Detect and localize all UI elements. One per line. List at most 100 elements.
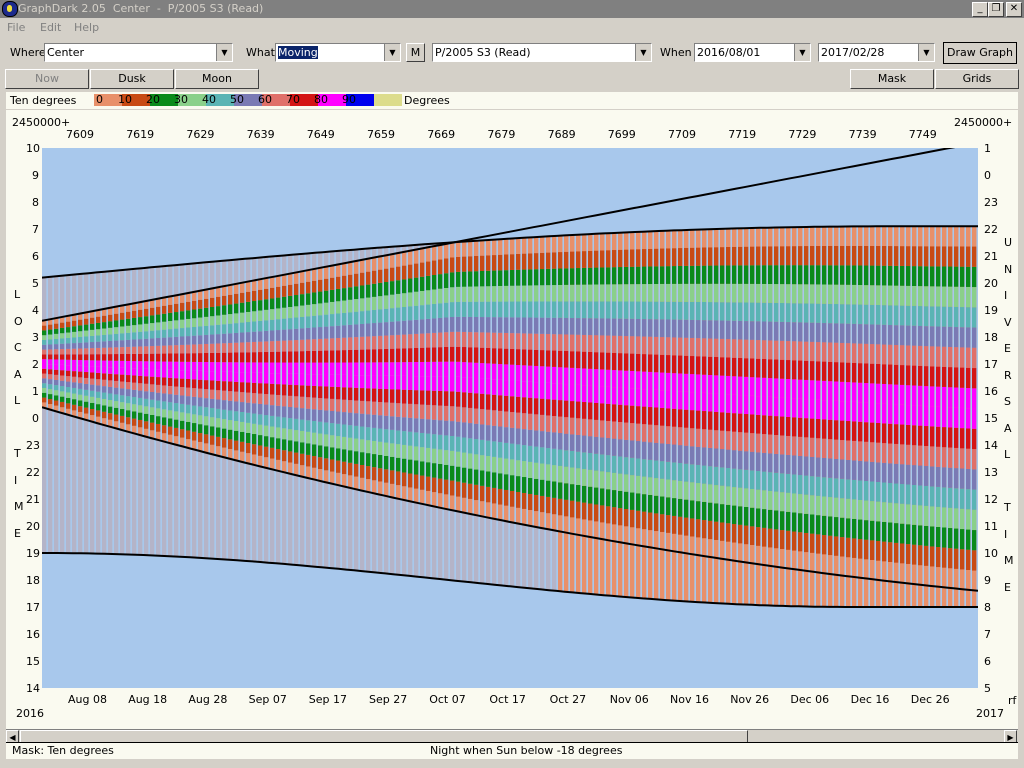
altitude-band xyxy=(738,450,743,470)
close-icon[interactable]: ✕ xyxy=(1006,2,1022,17)
altitude-band xyxy=(312,444,317,457)
altitude-band xyxy=(192,361,197,371)
where-select[interactable]: Center ▼ xyxy=(44,43,233,62)
altitude-band xyxy=(48,329,53,335)
altitude-band xyxy=(330,362,335,375)
altitude-band xyxy=(168,394,173,403)
altitude-band xyxy=(510,269,515,286)
altitude-band xyxy=(486,456,491,472)
altitude-band xyxy=(258,341,263,353)
menu-edit[interactable]: Edit xyxy=(40,21,61,34)
altitude-band xyxy=(72,376,77,383)
altitude-band xyxy=(534,511,539,528)
start-date-select[interactable]: 2016/08/01 ▼ xyxy=(694,43,811,62)
altitude-band xyxy=(924,565,929,586)
now-button[interactable]: Now xyxy=(5,69,89,89)
altitude-band xyxy=(84,342,89,349)
altitude-band xyxy=(486,440,491,457)
altitude-band xyxy=(774,472,779,492)
altitude-band xyxy=(366,388,371,402)
altitude-band xyxy=(396,293,401,308)
altitude-band xyxy=(516,269,521,286)
altitude-band xyxy=(216,446,221,456)
altitude-band xyxy=(372,309,377,324)
altitude-band xyxy=(318,303,323,316)
altitude-band xyxy=(216,343,221,353)
altitude-band xyxy=(300,339,305,352)
altitude-band xyxy=(924,465,929,486)
minimize-icon[interactable]: _ xyxy=(972,2,988,17)
altitude-band xyxy=(786,284,791,304)
altitude-band xyxy=(204,334,209,344)
altitude-band xyxy=(210,417,215,427)
altitude-band xyxy=(834,400,839,421)
altitude-band xyxy=(138,397,143,406)
altitude-band xyxy=(414,460,419,475)
altitude-band xyxy=(198,361,203,371)
chevron-down-icon[interactable]: ▼ xyxy=(918,44,934,61)
altitude-band xyxy=(726,523,731,542)
altitude-band xyxy=(414,263,419,278)
altitude-band xyxy=(840,556,845,576)
altitude-band xyxy=(60,338,65,344)
altitude-band xyxy=(888,265,893,286)
restore-icon[interactable]: ❐ xyxy=(988,2,1004,17)
object-select[interactable]: P/2005 S3 (Read) ▼ xyxy=(432,43,652,62)
chevron-down-icon[interactable]: ▼ xyxy=(635,44,651,61)
altitude-band xyxy=(768,378,773,397)
chevron-down-icon[interactable]: ▼ xyxy=(794,44,810,61)
altitude-band xyxy=(774,548,779,568)
altitude-band xyxy=(582,351,587,369)
altitude-band xyxy=(168,426,173,435)
altitude-band xyxy=(636,458,641,476)
altitude-band xyxy=(714,228,719,248)
altitude-band xyxy=(288,284,293,296)
altitude-band xyxy=(732,283,737,303)
altitude-band xyxy=(966,246,971,267)
moon-button[interactable]: Moon xyxy=(175,69,259,89)
altitude-band xyxy=(756,283,761,303)
draw-graph-button[interactable]: Draw Graph xyxy=(943,42,1017,64)
what-select[interactable]: Moving ▼ xyxy=(275,43,401,62)
altitude-band xyxy=(828,439,833,459)
altitude-band xyxy=(732,302,737,321)
altitude-band xyxy=(138,324,143,332)
altitude-band xyxy=(264,341,269,352)
altitude-band xyxy=(186,430,191,440)
altitude-band xyxy=(570,500,575,518)
altitude-band xyxy=(648,301,653,320)
chevron-down-icon[interactable]: ▼ xyxy=(384,44,400,61)
altitude-band xyxy=(858,226,863,246)
end-date-select[interactable]: 2017/02/28 ▼ xyxy=(818,43,935,62)
altitude-band xyxy=(336,436,341,449)
altitude-band xyxy=(498,504,503,521)
menu-help[interactable]: Help xyxy=(74,21,99,34)
altitude-band xyxy=(78,383,83,389)
right-tick-label: 11 xyxy=(984,520,998,533)
altitude-band xyxy=(426,318,431,334)
altitude-band xyxy=(954,548,959,569)
chevron-down-icon[interactable]: ▼ xyxy=(216,44,232,61)
altitude-band xyxy=(582,418,587,436)
altitude-band xyxy=(360,400,365,414)
dusk-button[interactable]: Dusk xyxy=(90,69,174,89)
altitude-band xyxy=(444,376,449,392)
altitude-band xyxy=(516,428,521,445)
grids-button[interactable]: Grids xyxy=(935,69,1019,89)
altitude-band xyxy=(654,478,659,496)
altitude-band xyxy=(402,362,407,376)
altitude-band xyxy=(396,334,401,349)
altitude-band xyxy=(54,349,59,355)
altitude-band xyxy=(234,313,239,324)
altitude-band xyxy=(960,286,965,308)
altitude-band xyxy=(690,428,695,447)
mask-button[interactable]: Mask xyxy=(850,69,934,89)
altitude-band xyxy=(186,344,191,354)
altitude-band xyxy=(618,318,623,336)
altitude-band xyxy=(600,471,605,489)
altitude-band xyxy=(546,236,551,253)
altitude-band xyxy=(732,228,737,247)
altitude-band xyxy=(66,392,71,398)
menu-file[interactable]: File xyxy=(7,21,25,34)
m-button[interactable]: M xyxy=(406,43,425,62)
